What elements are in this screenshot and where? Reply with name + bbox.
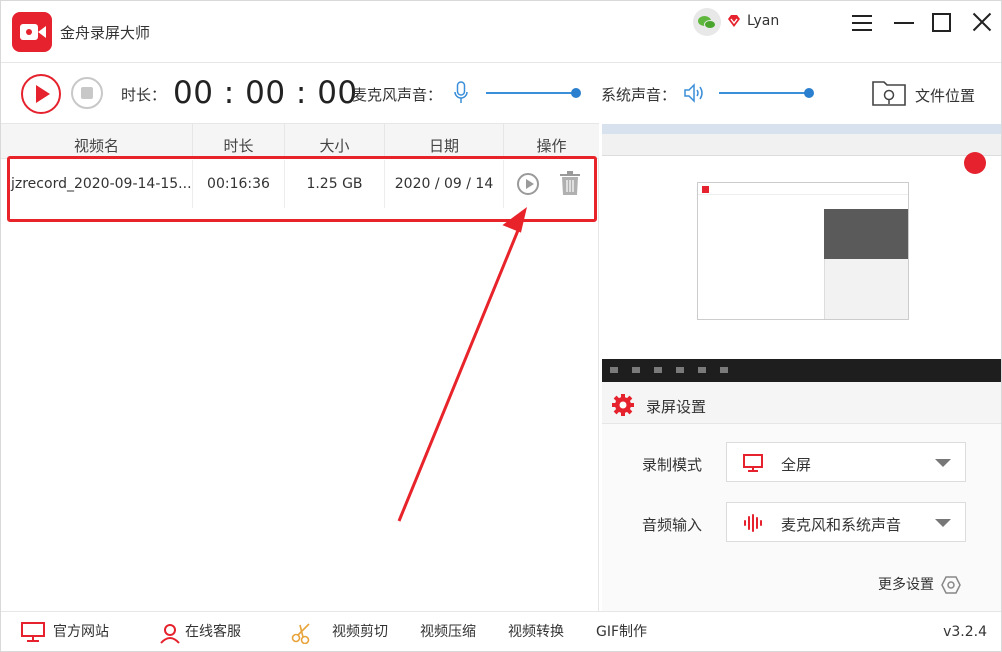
column-header-size[interactable]: 大小: [285, 124, 385, 159]
system-volume-label: 系统声音：: [601, 86, 677, 104]
title-bar: 金舟录屏大师 Lyan: [1, 1, 1001, 61]
video-compress-link[interactable]: 视频压缩: [420, 612, 476, 652]
app-window: 金舟录屏大师 Lyan 时长： 00 : 00 : 00 麦克风声音： 系统声音…: [0, 0, 1002, 652]
column-header-actions: 操作: [536, 137, 567, 155]
gear-icon: [612, 394, 634, 416]
preview-app-thumbnail: [697, 182, 909, 320]
preview-screen: [602, 124, 1001, 359]
video-cut-link[interactable]: 视频剪切: [332, 612, 388, 652]
column-header-date[interactable]: 日期: [385, 124, 504, 159]
recording-settings: 录屏设置 录制模式 全屏 音频输入 麦克风和系统声音 更多设置: [602, 382, 1001, 611]
toolbar: 时长： 00 : 00 : 00 麦克风声音： 系统声音： 文件位置: [1, 63, 1001, 123]
menu-icon[interactable]: [852, 15, 872, 31]
start-record-button[interactable]: [21, 74, 61, 114]
audio-wave-icon: [744, 514, 762, 532]
username[interactable]: Lyan: [747, 13, 779, 29]
duration-label: 时长：: [121, 86, 167, 104]
video-convert-link[interactable]: 视频转换: [508, 612, 564, 652]
record-mode-label: 录制模式: [642, 456, 703, 474]
chevron-down-icon[interactable]: [935, 519, 951, 527]
minimize-icon[interactable]: [894, 22, 914, 24]
audio-input-label: 音频输入: [642, 516, 703, 534]
audio-input-value: 麦克风和系统声音: [781, 516, 902, 534]
vip-diamond-icon: [728, 15, 740, 27]
column-header-duration[interactable]: 时长: [193, 124, 285, 159]
system-volume-slider[interactable]: [719, 88, 814, 98]
monitor-icon: [743, 454, 763, 472]
file-location-label: 文件位置: [915, 87, 976, 105]
audio-input-select[interactable]: 麦克风和系统声音: [726, 502, 966, 542]
footer-bar: 官方网站 在线客服 视频剪切 视频压缩 视频转换 GIF制作 v3.2.4: [1, 611, 1001, 651]
column-header-name[interactable]: 视频名: [1, 124, 193, 159]
app-logo-icon: [12, 12, 52, 52]
more-settings-link[interactable]: 更多设置: [878, 574, 934, 594]
mic-volume-slider[interactable]: [486, 88, 581, 98]
slider-handle[interactable]: [804, 88, 814, 98]
record-mode-select[interactable]: 全屏: [726, 442, 966, 482]
hexagon-settings-icon[interactable]: [941, 575, 961, 595]
file-location-button[interactable]: 文件位置: [871, 75, 989, 113]
microphone-icon[interactable]: [454, 81, 468, 105]
slider-handle[interactable]: [571, 88, 581, 98]
online-support-link[interactable]: 在线客服: [185, 612, 241, 652]
preview-taskbar: [602, 359, 1001, 382]
version-label: v3.2.4: [943, 624, 987, 640]
app-title: 金舟录屏大师: [60, 24, 151, 42]
stop-record-button[interactable]: [71, 77, 103, 109]
record-mode-value: 全屏: [781, 456, 812, 474]
screen-preview: [602, 124, 1001, 382]
table-header: 视频名 时长 大小 日期 操作: [1, 123, 599, 159]
scissors-icon: [291, 623, 310, 644]
speaker-icon[interactable]: [683, 83, 705, 103]
wechat-icon[interactable]: [693, 8, 721, 36]
chevron-down-icon[interactable]: [935, 459, 951, 467]
maximize-icon[interactable]: [932, 13, 951, 32]
settings-header: 录屏设置: [602, 382, 1001, 424]
annotation-highlight-box: [7, 156, 597, 222]
recording-badge-icon: [964, 152, 986, 174]
gif-maker-link[interactable]: GIF制作: [596, 612, 647, 652]
customer-service-icon: [160, 624, 180, 644]
mic-volume-label: 麦克风声音：: [352, 86, 443, 104]
recording-timer: 00 : 00 : 00: [173, 75, 358, 111]
folder-icon: [872, 81, 906, 106]
monitor-icon: [21, 622, 45, 642]
close-icon[interactable]: [971, 11, 993, 33]
settings-title: 录屏设置: [646, 398, 707, 416]
official-website-link[interactable]: 官方网站: [53, 612, 109, 652]
